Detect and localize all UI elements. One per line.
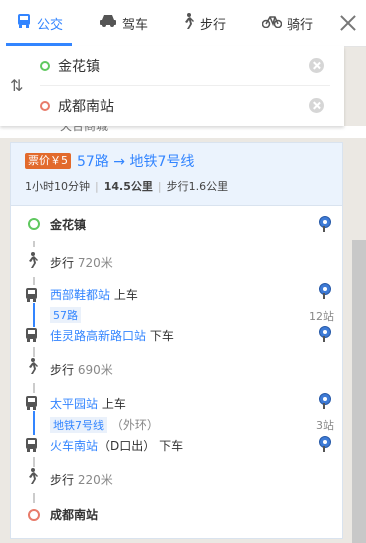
destination-dot-icon [40,101,50,111]
metro-stop-count: 3站 [316,419,334,432]
bus-icon [25,327,38,347]
bike-icon [261,14,283,32]
tab-walk[interactable]: 步行 [181,0,226,46]
location-pin-icon[interactable] [318,326,331,342]
walk-2-label: 步行 690米 [50,363,113,377]
metro-icon [25,395,38,415]
map-road [0,126,366,138]
duration: 1小时10分钟 [25,180,90,193]
walk-icon [181,12,195,34]
metro-line-chip: 地铁7号线 （外环） [50,416,159,433]
location-pin-icon[interactable] [318,436,331,452]
walk-distance: 步行1.6公里 [166,180,229,193]
distance: 14.5公里 [103,180,153,193]
price-badge: 票价￥5 [25,153,71,169]
tab-bike[interactable]: 骑行 [261,0,314,46]
destination-field[interactable]: 成都南站 [40,88,330,124]
alight-metro-label: 火车南站（D口出） 下车 [50,439,184,453]
route-summary[interactable]: 票价￥5 57路 → 地铁7号线 1小时10分钟 | 14.5公里 | 步行1.6公里 [11,143,342,206]
clear-origin-icon[interactable] [309,58,324,73]
step-walk-2: 步行 690米 [11,355,342,383]
tab-bus[interactable]: 公交 [16,0,63,46]
scrollbar[interactable] [352,240,366,543]
step-alight-bus: 佳灵路高新路口站 下车 [11,325,342,351]
tab-drive[interactable]: 驾车 [99,0,148,46]
tab-walk-label: 步行 [200,17,227,33]
bus-icon [16,13,32,33]
alight-bus-label: 佳灵路高新路口站 下车 [50,329,174,343]
route-inputs: ⇅ 金花镇 成都南站 [0,46,344,126]
end-name: 成都南站 [50,508,99,522]
location-pin-icon[interactable] [318,393,331,409]
start-dot-icon [28,218,40,230]
step-end: 成都南站 [11,501,342,529]
step-walk-1: 步行 720米 [11,247,342,277]
walk-line [33,383,37,393]
swap-icon[interactable]: ⇅ [10,76,23,95]
walk-icon [25,468,39,489]
step-walk-3: 步行 220米 [11,465,342,493]
destination-input[interactable]: 成都南站 [58,96,114,116]
tab-bike-label: 骑行 [287,17,314,33]
board-metro-label: 太平园站 上车 [50,397,126,411]
walk-icon [25,252,39,273]
end-dot-icon [28,509,40,521]
start-name: 金花镇 [50,218,87,232]
metro-line-info: 地铁7号线 （外环） 3站 [11,415,342,435]
route-meta: 1小时10分钟 | 14.5公里 | 步行1.6公里 [25,180,229,193]
bus-icon [25,287,38,307]
transport-mode-tabs: 公交 驾车 步行 骑行 [0,0,366,47]
walk-1-label: 步行 720米 [50,256,113,270]
route-result-panel: 票价￥5 57路 → 地铁7号线 1小时10分钟 | 14.5公里 | 步行1.6公里 … [10,142,343,539]
bus-line-chip: 57路 [50,307,81,323]
location-pin-icon[interactable] [318,283,331,299]
metro-icon [25,437,38,457]
walk-3-label: 步行 220米 [50,473,113,487]
route-title: 57路 → 地铁7号线 [77,154,195,170]
bus-line-info: 57路 12站 [11,306,342,326]
tab-bus-label: 公交 [37,17,64,33]
walk-icon [25,358,39,379]
clear-destination-icon[interactable] [309,98,324,113]
step-alight-metro: 火车南站（D口出） 下车 [11,435,342,461]
origin-input[interactable]: 金花镇 [58,56,100,76]
tab-drive-label: 驾车 [122,17,149,33]
board-bus-label: 西部鞋都站 上车 [50,288,138,302]
field-divider [40,85,330,86]
origin-field[interactable]: 金花镇 [40,48,330,84]
step-start: 金花镇 [11,209,342,239]
car-icon [99,14,117,32]
bus-stop-count: 12站 [309,310,334,323]
location-pin-icon[interactable] [318,216,331,232]
close-icon[interactable] [336,11,360,35]
origin-dot-icon [40,61,50,71]
